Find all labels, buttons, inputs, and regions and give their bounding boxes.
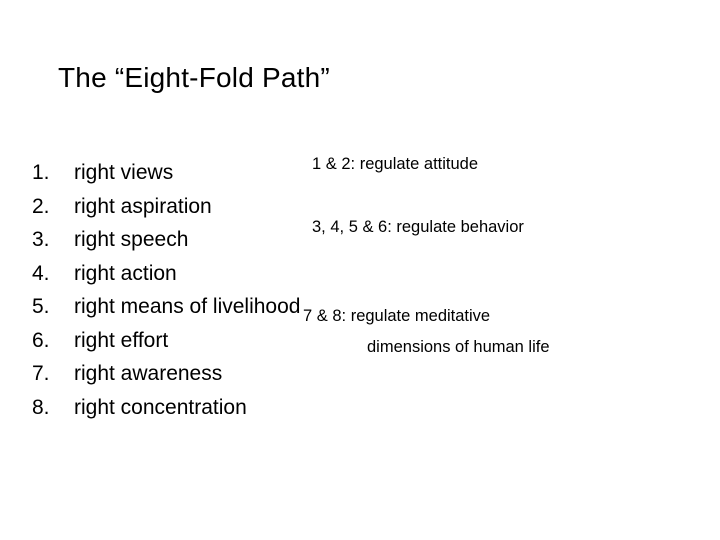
note-attitude: 1 & 2: regulate attitude: [312, 155, 479, 173]
note-meditative-continued: dimensions of human life: [367, 338, 550, 356]
list-number: 3.: [32, 228, 50, 251]
list-number: 1.: [32, 161, 50, 184]
list-text: right views: [74, 161, 174, 184]
slide: The “Eight-Fold Path” 1. right views 2. ri…: [0, 0, 720, 540]
list-text: right concentration: [74, 395, 247, 419]
list-text: right speech: [74, 228, 189, 251]
list-number: 4.: [32, 261, 50, 285]
list-text: right means of livelihood: [74, 295, 301, 318]
list-text: right effort: [74, 328, 169, 352]
note-behavior: 3, 4, 5 & 6: regulate behavior: [312, 218, 524, 236]
list-text: right aspiration: [74, 194, 212, 218]
list-number: 2.: [32, 194, 50, 218]
list-number: 8.: [32, 395, 50, 419]
note-meditative: 7 & 8: regulate meditative: [303, 307, 491, 325]
list-number: 5.: [32, 295, 50, 318]
list-number: 6.: [32, 328, 50, 352]
slide-title: The “Eight-Fold Path”: [58, 62, 330, 93]
list-number: 7.: [32, 362, 50, 385]
list-text: right action: [74, 261, 177, 285]
list-text: right awareness: [74, 362, 223, 385]
